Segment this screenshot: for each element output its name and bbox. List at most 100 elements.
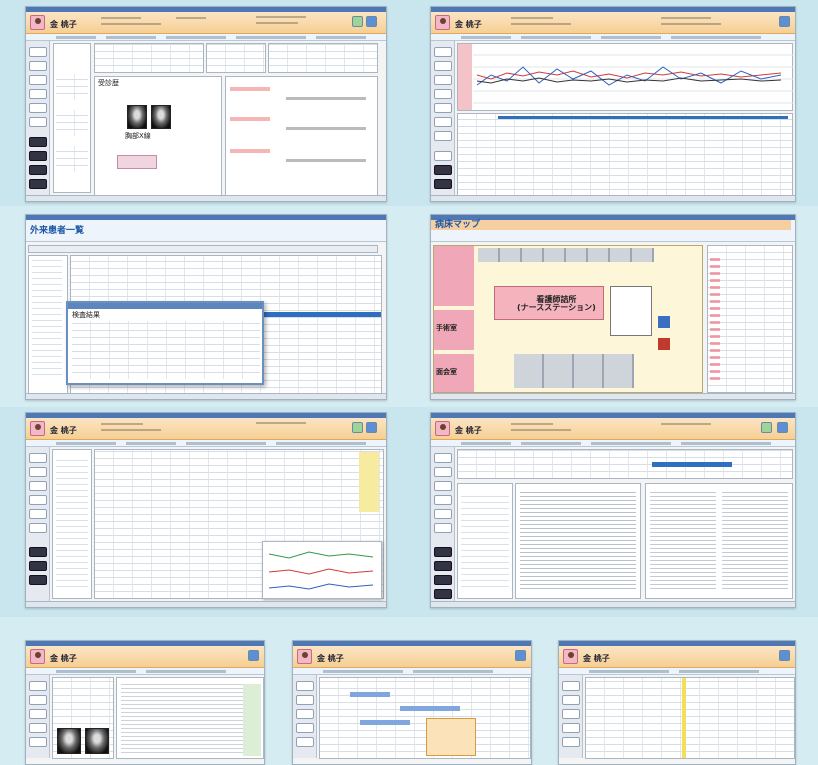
- exit-icon[interactable]: [515, 650, 526, 661]
- bed-popup[interactable]: [610, 286, 652, 336]
- results-dialog[interactable]: 検査結果: [66, 301, 264, 385]
- patient-name: 金 桃子: [317, 654, 344, 663]
- exit-icon[interactable]: [779, 650, 790, 661]
- left-toolbar: [431, 41, 455, 195]
- order-summary[interactable]: [457, 449, 793, 479]
- waveform-image: [117, 155, 157, 169]
- record-panel[interactable]: 受診歴 胸部X線: [94, 76, 222, 196]
- menu-bar[interactable]: [293, 668, 531, 675]
- form-panel[interactable]: [52, 677, 114, 759]
- detail-popup[interactable]: [426, 718, 476, 756]
- refresh-icon[interactable]: [352, 422, 363, 433]
- exit-icon[interactable]: [248, 650, 259, 661]
- toolbar-button[interactable]: [29, 75, 47, 85]
- room-block[interactable]: [434, 246, 474, 306]
- trend-graph[interactable]: [262, 541, 382, 599]
- vitals-chart[interactable]: [457, 43, 793, 111]
- menu-bar[interactable]: [26, 668, 264, 675]
- elevator-icon: [658, 316, 670, 328]
- tab-history[interactable]: 受診歴: [98, 79, 119, 87]
- toolbar-button[interactable]: [29, 61, 47, 71]
- xray-image[interactable]: [151, 105, 171, 129]
- consult-room[interactable]: 面会室: [434, 354, 474, 392]
- page-title: 外来患者一覧: [30, 226, 85, 236]
- status-bar: [431, 195, 795, 201]
- exit-icon: [658, 338, 670, 350]
- menu-bar[interactable]: [431, 34, 795, 41]
- left-toolbar: [26, 447, 50, 601]
- xray-image[interactable]: [127, 105, 147, 129]
- status-bar: [26, 195, 386, 201]
- patient-header: 金 桃子: [431, 418, 795, 440]
- exit-icon[interactable]: [366, 422, 377, 433]
- timeline-grid[interactable]: [585, 677, 795, 759]
- toolbar-button[interactable]: [29, 89, 47, 99]
- note-index[interactable]: [457, 483, 513, 599]
- nurse-station: 看護師詰所 (ナースステーション): [494, 286, 604, 320]
- left-toolbar: [293, 675, 317, 758]
- toolbar-button[interactable]: [29, 165, 47, 175]
- menu-bar[interactable]: [26, 34, 386, 41]
- avatar: [435, 15, 450, 30]
- toolbar-button[interactable]: [29, 151, 47, 161]
- avatar: [30, 15, 45, 30]
- schedule-grid[interactable]: [319, 677, 531, 759]
- status-bar: [26, 601, 386, 607]
- exit-icon[interactable]: [366, 16, 377, 27]
- refresh-icon[interactable]: [352, 16, 363, 27]
- patient-name: 金 桃子: [50, 426, 77, 435]
- department-tree[interactable]: [28, 255, 68, 395]
- menu-bar[interactable]: [559, 668, 795, 675]
- toolbar-button[interactable]: [29, 179, 47, 189]
- room-row-bottom[interactable]: [514, 354, 634, 388]
- refresh-icon[interactable]: [761, 422, 772, 433]
- template-panel[interactable]: [645, 483, 793, 599]
- page-title: 病床マップ: [435, 220, 481, 230]
- toolbar-button[interactable]: [29, 137, 47, 147]
- status-bar: [431, 601, 795, 607]
- screenshot-small-2: 金 桃子: [292, 640, 532, 765]
- observation-table[interactable]: [457, 113, 793, 197]
- allergy-table[interactable]: [268, 43, 378, 73]
- status-bar: [431, 393, 795, 399]
- exit-icon[interactable]: [779, 16, 790, 27]
- calendar-panel[interactable]: [53, 43, 91, 193]
- patient-name: 金 桃子: [455, 426, 482, 435]
- screenshot-progress-notes: 金 桃子: [430, 412, 796, 608]
- record-panel[interactable]: [116, 677, 264, 759]
- bed-list[interactable]: [707, 245, 793, 393]
- category-tree[interactable]: [52, 449, 92, 599]
- filter-bar[interactable]: [28, 245, 378, 253]
- menu-bar[interactable]: [26, 440, 386, 447]
- screenshot-vitals-graph: 金 桃子: [430, 6, 796, 202]
- order-panel[interactable]: [225, 76, 378, 196]
- floor-plan[interactable]: 手術室 面会室 看護師詰所 (ナースステーション): [433, 245, 703, 393]
- note-body[interactable]: [515, 483, 641, 599]
- screenshot-chart-summary: 金 桃子 受診歴 胸部X線: [25, 6, 387, 202]
- patient-header: 金 桃子: [431, 12, 795, 34]
- menu-bar[interactable]: [431, 440, 795, 447]
- exit-icon[interactable]: [777, 422, 788, 433]
- screenshot-outpatient-list: 外来患者一覧 検査結果: [25, 214, 387, 400]
- toolbar-button[interactable]: [29, 103, 47, 113]
- avatar: [297, 649, 312, 664]
- toolbar-button[interactable]: [29, 117, 47, 127]
- left-toolbar: [431, 447, 455, 601]
- header-text: [256, 16, 306, 18]
- patient-name: 金 桃子: [50, 20, 77, 29]
- patient-header: 金 桃子: [26, 418, 386, 440]
- header-text: [101, 23, 161, 25]
- vitals-table[interactable]: [206, 43, 266, 73]
- screenshot-ward-map: 病床マップ 手術室 面会室 看護師詰所 (ナースステーション): [430, 214, 796, 400]
- left-toolbar: [26, 675, 50, 758]
- surgery-room[interactable]: 手術室: [434, 310, 474, 350]
- room-row[interactable]: [478, 248, 654, 262]
- history-table[interactable]: [94, 43, 204, 73]
- vitals-line-chart: [473, 54, 793, 104]
- status-bar: [26, 393, 386, 399]
- screenshot-lab-results: 金 桃子: [25, 412, 387, 608]
- toolbar-button[interactable]: [29, 47, 47, 57]
- avatar: [563, 649, 578, 664]
- patient-name: 金 桃子: [50, 654, 77, 663]
- left-toolbar: [26, 41, 50, 195]
